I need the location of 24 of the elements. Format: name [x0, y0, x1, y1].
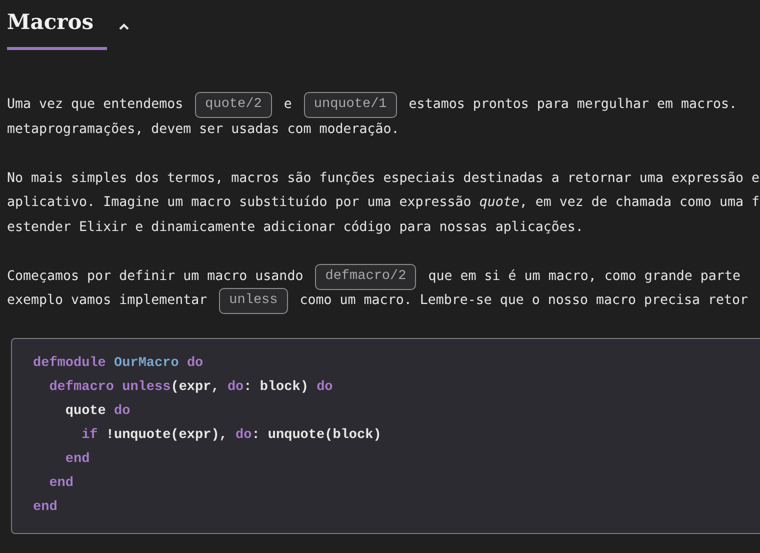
paragraph-text: No mais simples dos termos, macros são funções especiais destinadas a retornar uma expressão e — [7, 170, 760, 188]
code-line: defmodule OurMacro do — [33, 355, 204, 373]
paragraph-text: estender Elixir e dinamicamente adicionar código para nossas aplicações. — [7, 218, 584, 236]
paragraph-text: metaprogramações, devem ser usadas com moderação. — [7, 120, 400, 138]
chevron-icon[interactable] — [118, 22, 130, 30]
inline-code: unquote/1 — [304, 92, 397, 118]
section-title: Macros — [7, 8, 94, 36]
code-line: end — [65, 451, 90, 469]
paragraph-text: aplicativo. Imagine um macro substituído por uma expressão quote, em vez de chamada como uma f — [7, 194, 760, 212]
code-line: if !unquote(expr), do: unquote(block) — [82, 427, 382, 445]
paragraph-text: Começamos por definir um macro usando — [7, 268, 304, 286]
paragraph-text: como um macro. Lembre-se que o nosso macro precisa retor — [298, 292, 748, 310]
inline-code: quote/2 — [195, 92, 272, 118]
inline-code: unless — [219, 288, 288, 314]
code-line: end — [33, 499, 58, 517]
paragraph-text: que em si é um macro, como grande parte — [427, 268, 740, 286]
paragraph-text: Uma vez que entendemos — [7, 96, 184, 114]
code-line: quote do — [65, 403, 130, 421]
paragraph-text: exemplo vamos implementar — [7, 292, 208, 310]
code-line: end — [49, 475, 74, 493]
code-line: defmacro unless(expr, do: block) do — [49, 379, 333, 397]
paragraph-text: e — [282, 96, 293, 114]
paragraph-text: estamos prontos para mergulhar em macros. — [408, 96, 738, 114]
inline-code: defmacro/2 — [315, 264, 416, 290]
